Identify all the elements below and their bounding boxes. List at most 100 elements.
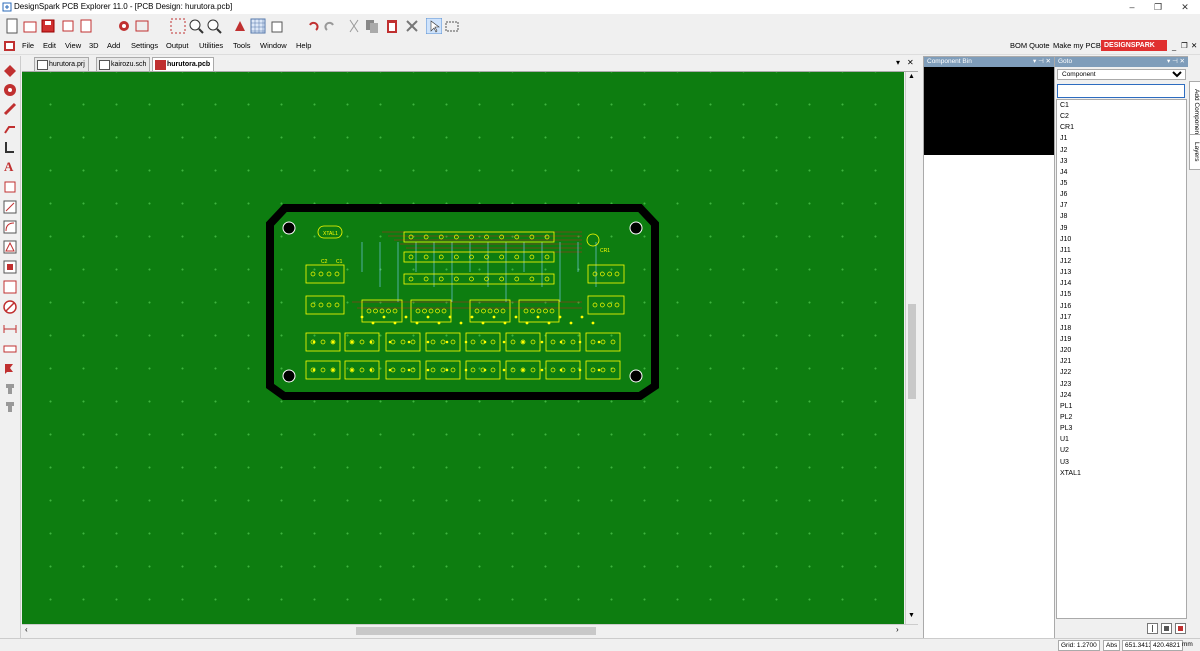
component-list-item[interactable]: U2 [1057, 445, 1186, 456]
component-list-item[interactable]: J23 [1057, 379, 1186, 390]
goto-search-input[interactable] [1057, 84, 1185, 98]
component-list-item[interactable]: J4 [1057, 167, 1186, 178]
mdi-close-button[interactable]: ✕ [1191, 41, 1197, 50]
doc-menu-icon[interactable] [4, 41, 15, 51]
close-window-button[interactable]: ✕ [1175, 1, 1195, 13]
add-via-tool-icon[interactable] [3, 83, 17, 97]
undo-icon[interactable] [305, 18, 321, 34]
panel-controls-icon[interactable]: ▾ ⊣ ✕ [1033, 57, 1054, 67]
pcb-design-canvas[interactable]: XTAL1 C2 C1 CR1 [22, 72, 904, 624]
vertical-scrollbar[interactable]: ▲ ▼ [905, 72, 918, 624]
component-list-item[interactable]: J17 [1057, 312, 1186, 323]
component-list-item[interactable]: J11 [1057, 245, 1186, 256]
measure-tool-icon[interactable] [3, 342, 17, 356]
component-list-item[interactable]: J8 [1057, 211, 1186, 222]
pcb-drawing[interactable]: XTAL1 C2 C1 CR1 [22, 72, 904, 624]
component-list-item[interactable]: J13 [1057, 267, 1186, 278]
menu-edit[interactable]: Edit [43, 41, 56, 50]
component-list-item[interactable]: PL3 [1057, 423, 1186, 434]
restore-button[interactable]: ❐ [1148, 1, 1168, 13]
component-list-item[interactable]: XTAL1 [1057, 468, 1186, 479]
goto-zoom-icon[interactable] [1161, 623, 1172, 634]
component-list-item[interactable]: J10 [1057, 234, 1186, 245]
open-icon[interactable] [22, 18, 38, 34]
component-list-item[interactable]: J12 [1057, 256, 1186, 267]
component-list-item[interactable]: J19 [1057, 334, 1186, 345]
add-line-tool-icon[interactable] [3, 200, 17, 214]
component-list-item[interactable]: J21 [1057, 356, 1186, 367]
component-list-item[interactable]: PL2 [1057, 412, 1186, 423]
component-list-item[interactable]: J15 [1057, 289, 1186, 300]
component-list-item[interactable]: C2 [1057, 111, 1186, 122]
new-icon[interactable] [4, 18, 20, 34]
component-list[interactable]: C1 C2 CR1 J1 J2 J3 J4 J5 J6 J7 J8 J9 J10 J11 J12 J13 J14… [1056, 99, 1187, 619]
mdi-minimize-button[interactable]: _ [1172, 42, 1176, 51]
add-copper-tool-icon[interactable] [3, 260, 17, 274]
no-entry-tool-icon[interactable] [3, 300, 17, 314]
add-arc-tool-icon[interactable] [3, 220, 17, 234]
tab-pcb[interactable]: hurutora.pcb [152, 57, 215, 71]
component-list-item[interactable]: J24 [1057, 390, 1186, 401]
dimension-tool-icon[interactable] [3, 322, 17, 336]
add-polygon-tool-icon[interactable] [3, 240, 17, 254]
vertical-scroll-thumb[interactable] [908, 304, 916, 399]
redo-icon[interactable] [322, 18, 338, 34]
goto-select-icon[interactable] [1175, 623, 1186, 634]
menu-help[interactable]: Help [296, 41, 311, 50]
redraw-icon[interactable] [232, 18, 248, 34]
component-list-item[interactable]: J18 [1057, 323, 1186, 334]
marker-tool-icon[interactable] [3, 362, 17, 376]
zoom-in-icon[interactable] [188, 18, 204, 34]
rules-icon[interactable] [134, 18, 150, 34]
menu-output[interactable]: Output [166, 41, 189, 50]
make-my-pcb-link[interactable]: Make my PCB [1053, 41, 1101, 50]
tab-schematic[interactable]: kairozu.sch [96, 57, 151, 71]
close-doc-icon[interactable] [60, 18, 76, 34]
scroll-right-icon[interactable]: › [896, 625, 899, 634]
menu-view[interactable]: View [65, 41, 81, 50]
scroll-down-icon[interactable]: ▼ [908, 612, 915, 619]
component-list-item[interactable]: J7 [1057, 200, 1186, 211]
add-text-tool-icon[interactable]: A [3, 159, 17, 173]
component-list-item[interactable]: J2 [1057, 145, 1186, 156]
copy-icon[interactable] [364, 18, 380, 34]
stamp-tool-icon[interactable] [3, 400, 17, 414]
component-list-item[interactable]: J9 [1057, 223, 1186, 234]
bom-quote-link[interactable]: BOM Quote [1010, 41, 1050, 50]
component-list-item[interactable]: J20 [1057, 345, 1186, 356]
menu-window[interactable]: Window [260, 41, 287, 50]
glue-tool-icon[interactable] [3, 382, 17, 396]
layers-side-tab[interactable]: Layers [1189, 134, 1200, 170]
grid-icon[interactable] [250, 18, 266, 34]
select-area-icon[interactable] [444, 18, 460, 34]
add-track-tool-icon[interactable] [3, 102, 17, 116]
layers-icon[interactable] [270, 18, 286, 34]
cut-icon[interactable] [346, 18, 362, 34]
designspark-logo[interactable]: DESIGNSPARK [1101, 40, 1167, 51]
add-component-tool-icon[interactable] [3, 64, 17, 78]
menu-file[interactable]: File [22, 41, 34, 50]
component-list-item[interactable]: PL1 [1057, 401, 1186, 412]
menu-settings[interactable]: Settings [131, 41, 158, 50]
tab-list-dropdown-icon[interactable]: ▾ [896, 58, 900, 67]
horizontal-scrollbar[interactable]: ‹ › [22, 624, 918, 637]
delete-icon[interactable] [404, 18, 420, 34]
zoom-fit-icon[interactable] [170, 18, 186, 34]
zoom-out-icon[interactable] [206, 18, 222, 34]
add-board-tool-icon[interactable] [3, 280, 17, 294]
print-icon[interactable] [78, 18, 94, 34]
menu-tools[interactable]: Tools [233, 41, 251, 50]
menu-3d[interactable]: 3D [89, 41, 99, 50]
minimize-button[interactable]: – [1122, 1, 1142, 13]
save-icon[interactable] [40, 18, 56, 34]
connection-tool-icon[interactable] [3, 140, 17, 154]
goto-item-icon[interactable] [1147, 623, 1158, 634]
goto-type-select[interactable]: Component [1057, 69, 1186, 80]
component-list-item[interactable]: J6 [1057, 189, 1186, 200]
component-list-item[interactable]: U1 [1057, 434, 1186, 445]
component-list-item[interactable]: U3 [1057, 457, 1186, 468]
add-shape-tool-icon[interactable] [3, 180, 17, 194]
paste-icon[interactable] [384, 18, 400, 34]
component-list-item[interactable]: J22 [1057, 367, 1186, 378]
scroll-left-icon[interactable]: ‹ [25, 625, 28, 634]
